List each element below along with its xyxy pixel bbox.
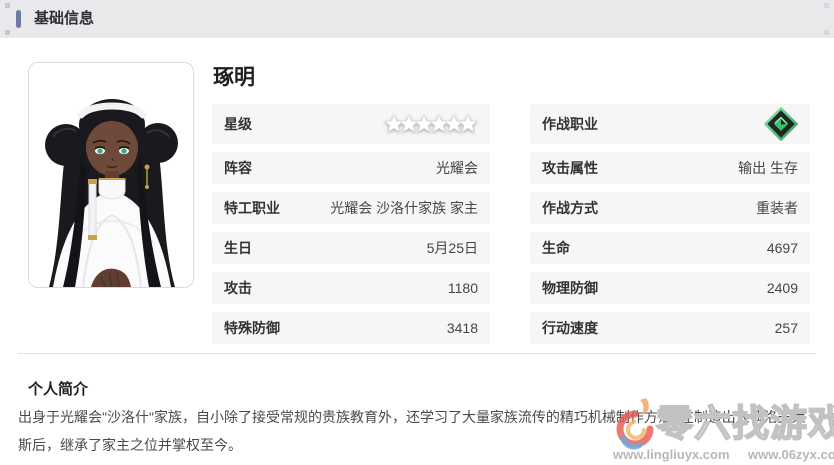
section-title: 基础信息 (34, 10, 95, 27)
row-agent-class: 特工职业 光耀会 沙洛什家族 家主 (212, 192, 490, 224)
row-value: 4697 (766, 240, 798, 256)
star-rating-icons (384, 114, 478, 134)
portrait-card (28, 62, 194, 288)
row-label: 生日 (224, 240, 252, 256)
row-combat-style: 作战方式 重装者 (530, 192, 810, 224)
row-attack-attribute: 攻击属性 输出 生存 (530, 152, 810, 184)
character-info-page: 基础信息 琢明 星级 阵容 光耀会 特工职业 光耀会 沙洛什家族 家主 生日 5… (0, 0, 834, 465)
handle-dot (824, 3, 829, 8)
row-attack: 攻击 1180 (212, 272, 490, 304)
row-label: 行动速度 (542, 320, 598, 336)
character-portrait-illustration (29, 63, 193, 287)
row-label: 星级 (224, 116, 252, 132)
handle-dot (5, 3, 10, 8)
row-value: 2409 (766, 280, 798, 296)
info-table-right: 作战职业 攻击属性 输出 生存 作战方式 重装者 生命 4697 物理防御 24… (530, 104, 810, 352)
row-label: 攻击 (224, 280, 252, 296)
row-value: 重装者 (756, 200, 798, 216)
row-value: 光耀会 沙洛什家族 家主 (330, 200, 478, 216)
row-combat-class: 作战职业 (530, 104, 810, 144)
row-value: 3418 (446, 320, 478, 336)
row-value: 257 (774, 320, 798, 336)
row-birthday: 生日 5月25日 (212, 232, 490, 264)
section-header: 基础信息 (0, 0, 834, 38)
row-special-defense: 特殊防御 3418 (212, 312, 490, 344)
character-name: 琢明 (213, 66, 255, 89)
row-label: 生命 (542, 240, 570, 256)
row-physical-defense: 物理防御 2409 (530, 272, 810, 304)
row-label: 阵容 (224, 160, 252, 176)
row-speed: 行动速度 257 (530, 312, 810, 344)
row-value: 1180 (447, 280, 478, 296)
info-table-left: 星级 阵容 光耀会 特工职业 光耀会 沙洛什家族 家主 生日 5月25日 攻击 … (212, 104, 490, 352)
row-label: 作战职业 (542, 116, 598, 132)
row-value: 5月25日 (426, 240, 478, 256)
profile-heading: 个人简介 (28, 381, 89, 398)
row-label: 特殊防御 (224, 320, 280, 336)
row-label: 物理防御 (542, 280, 598, 296)
row-star-rating: 星级 (212, 104, 490, 144)
row-label: 攻击属性 (542, 160, 598, 176)
row-label: 特工职业 (224, 200, 280, 216)
handle-dot (824, 30, 829, 35)
row-value: 光耀会 (436, 160, 478, 176)
row-value: 输出 生存 (738, 160, 798, 176)
combat-class-icon (764, 107, 798, 141)
handle-dot (5, 30, 10, 35)
accent-bar (16, 10, 21, 28)
profile-text: 出身于光耀会"沙洛什"家族，自小除了接受常规的贵族教育外，还学习了大量家族流传的… (18, 409, 806, 453)
row-faction: 阵容 光耀会 (212, 152, 490, 184)
section-divider (18, 353, 816, 354)
row-label: 作战方式 (542, 200, 598, 216)
row-hp: 生命 4697 (530, 232, 810, 264)
